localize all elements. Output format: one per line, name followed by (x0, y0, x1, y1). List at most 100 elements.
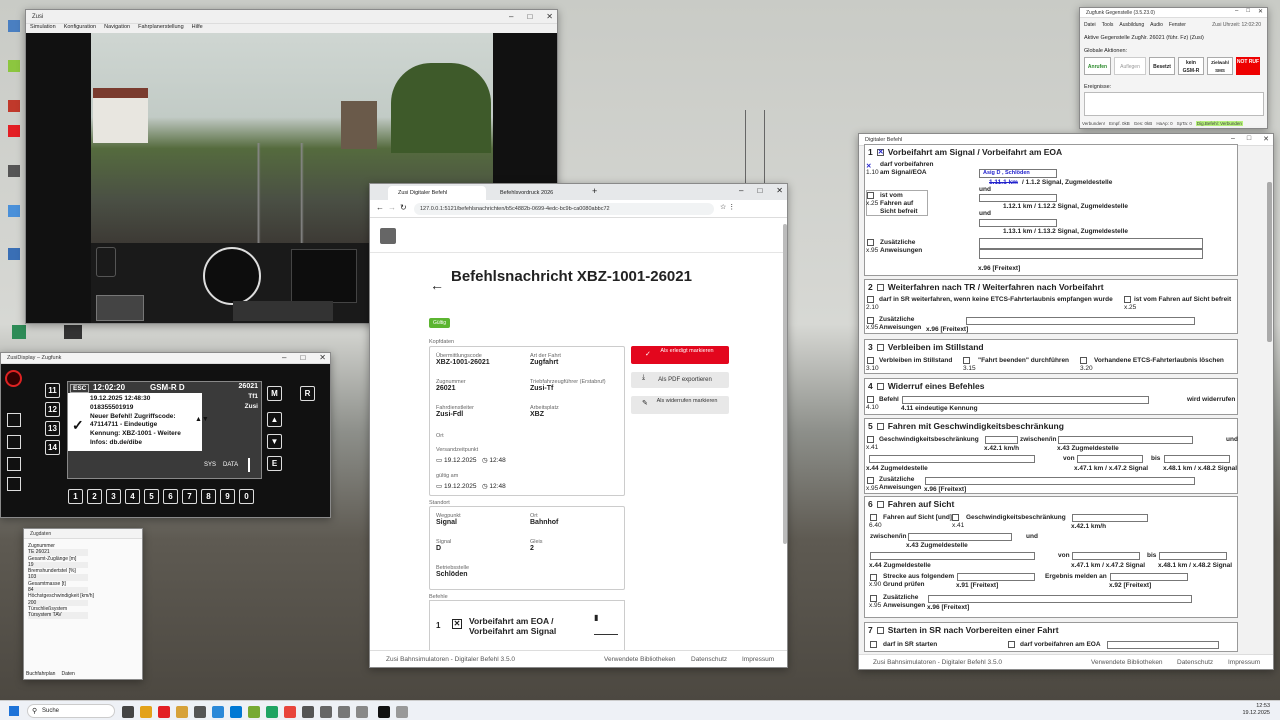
taskbar-app-icon[interactable] (338, 706, 350, 718)
sim-menu-item[interactable]: Konfiguration (64, 24, 96, 33)
footer-link[interactable]: Verwendete Bibliotheken (1091, 659, 1163, 666)
speed-input[interactable] (1072, 514, 1148, 522)
km-input[interactable] (979, 219, 1057, 227)
forward-icon[interactable]: → (388, 203, 396, 212)
emergency-button[interactable] (5, 370, 22, 387)
section-checkbox[interactable] (876, 422, 884, 430)
num-key[interactable]: 8 (201, 489, 216, 504)
speed-input[interactable] (985, 436, 1018, 444)
menu-item[interactable]: Audio (1150, 22, 1163, 28)
tab-inactive[interactable]: Befehlsvordruck 2026 (490, 186, 588, 200)
checkbox[interactable] (1008, 641, 1015, 648)
footer-link[interactable]: Impressum (742, 656, 774, 663)
scrollbar[interactable] (783, 224, 787, 544)
freitext-input[interactable] (979, 238, 1203, 249)
num-key[interactable]: 6 (163, 489, 178, 504)
befehl-card[interactable]: 1 ✕ Vorbeifahrt am EOA / Vorbeifahrt am … (429, 600, 625, 650)
sim-menu-item[interactable]: Simulation (30, 24, 56, 33)
zugmeldestelle-input[interactable] (869, 455, 1035, 463)
sim-menu-item[interactable]: Fahrplanerstellung (138, 24, 184, 33)
section-checkbox[interactable] (876, 283, 884, 291)
zugmeldestelle-input[interactable] (908, 533, 1012, 541)
taskbar-app-icon[interactable] (230, 706, 242, 718)
taskbar-app-icon[interactable] (194, 706, 206, 718)
channel-key-12[interactable]: 12 (45, 402, 60, 417)
km-input[interactable] (1077, 455, 1143, 463)
export-pdf-button[interactable]: Als PDF exportieren (631, 372, 729, 388)
eoa-input[interactable] (1107, 641, 1219, 649)
checkbox[interactable] (1080, 357, 1087, 364)
desktop-icon[interactable] (12, 325, 26, 339)
freitext-input[interactable] (966, 317, 1195, 325)
tab-daten[interactable]: Daten (61, 671, 74, 677)
side-icon-speaker[interactable] (7, 457, 21, 471)
channel-key-13[interactable]: 13 (45, 421, 60, 436)
taskbar-app-icon[interactable] (158, 706, 170, 718)
footer-link[interactable]: Impressum (1228, 659, 1260, 666)
scrollbar[interactable] (1267, 182, 1272, 342)
num-key[interactable]: 9 (220, 489, 235, 504)
desktop-icon[interactable] (8, 100, 20, 112)
menu-key-m[interactable]: M (267, 386, 282, 401)
desktop-icon[interactable] (8, 60, 20, 72)
close-icon[interactable]: ✕ (776, 186, 783, 195)
checkbox[interactable] (867, 357, 874, 364)
maximize-icon[interactable]: □ (1246, 8, 1250, 15)
field-value[interactable]: Türsystem TAV (28, 612, 88, 619)
sim-menu-item[interactable]: Hilfe (192, 24, 203, 33)
side-icon-exit[interactable] (7, 477, 21, 491)
minimize-icon[interactable]: – (282, 353, 286, 362)
minimize-icon[interactable]: – (739, 186, 743, 195)
sim-menu-item[interactable]: Navigation (104, 24, 130, 33)
menu-key-r[interactable]: R (300, 386, 315, 401)
checkbox[interactable] (867, 296, 874, 303)
taskbar-app-icon[interactable] (378, 706, 390, 718)
taskbar-app-icon[interactable] (320, 706, 332, 718)
desktop-icon[interactable] (8, 205, 20, 217)
menu-item[interactable]: Tools (1102, 22, 1114, 28)
clock[interactable]: 12:53 19.12.2025 (1242, 703, 1270, 717)
back-icon[interactable]: ← (376, 203, 384, 212)
maximize-icon[interactable]: □ (527, 12, 532, 21)
close-icon[interactable]: ✕ (319, 353, 326, 362)
search-box[interactable]: ⚲ Suche (27, 704, 115, 718)
app-logo-icon[interactable] (380, 228, 396, 244)
tab-active[interactable]: Zusi Digitaler Befehl (388, 186, 486, 200)
desktop-icon[interactable] (64, 325, 82, 339)
desktop-icon[interactable] (8, 165, 20, 177)
menu-item[interactable]: Datei (1084, 22, 1096, 28)
footer-link[interactable]: Datenschutz (691, 656, 727, 663)
checkbox[interactable] (867, 192, 874, 199)
section-checkbox[interactable] (876, 626, 884, 634)
maximize-icon[interactable]: □ (300, 353, 305, 362)
url-input[interactable]: 127.0.0.1:5121/befehlsnachrichten/b5c488… (414, 203, 714, 215)
enter-key[interactable]: E (267, 456, 282, 471)
section-checkbox[interactable] (876, 343, 884, 351)
checkbox[interactable] (963, 357, 970, 364)
channel-key-11[interactable]: 11 (45, 383, 60, 398)
taskbar-app-icon[interactable] (284, 706, 296, 718)
channel-key-14[interactable]: 14 (45, 440, 60, 455)
checkbox[interactable] (867, 396, 874, 403)
checkbox[interactable] (867, 477, 874, 484)
close-icon[interactable]: ✕ (1263, 135, 1269, 143)
new-tab-icon[interactable]: + (592, 186, 597, 196)
checkbox[interactable] (867, 436, 874, 443)
taskbar-app-icon[interactable] (176, 706, 188, 718)
zugmeldestelle-input[interactable] (1058, 436, 1193, 444)
section-checkbox[interactable]: ✕ (876, 148, 884, 156)
desktop-icon[interactable] (8, 125, 20, 137)
km-input[interactable] (1072, 552, 1140, 560)
km-input[interactable] (1159, 552, 1227, 560)
menu-item[interactable]: Fenster (1169, 22, 1186, 28)
start-icon[interactable] (9, 706, 19, 716)
num-key[interactable]: 2 (87, 489, 102, 504)
minimize-icon[interactable]: – (1231, 135, 1235, 143)
footer-link[interactable]: Datenschutz (1177, 659, 1213, 666)
freitext-input[interactable] (979, 249, 1203, 259)
hangup-button[interactable]: Auflegen (1114, 57, 1146, 75)
freitext-input[interactable] (925, 477, 1195, 485)
lever-icon[interactable] (96, 247, 116, 277)
down-key[interactable]: ▼ (267, 434, 282, 449)
side-icon-list[interactable] (7, 435, 21, 449)
